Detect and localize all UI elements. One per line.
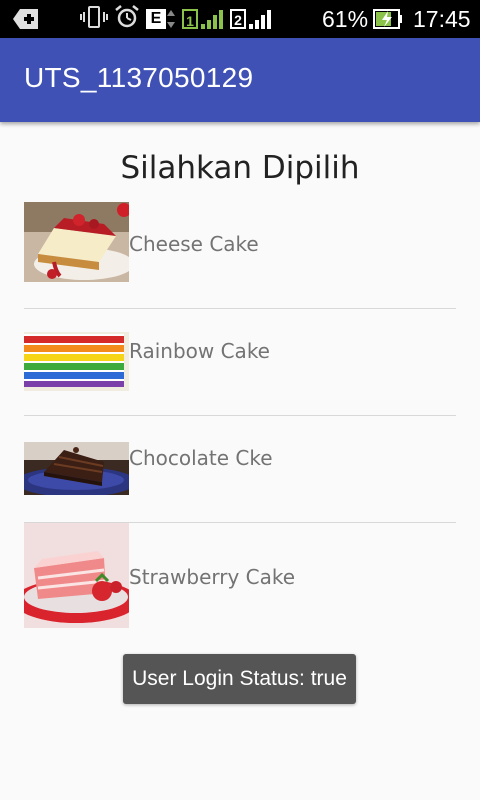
list-item-chocolate-cake[interactable]: Chocolate Cke: [24, 416, 456, 523]
list-item-strawberry-cake[interactable]: Strawberry Cake: [24, 523, 456, 629]
cheesecake-image: [24, 202, 129, 282]
usb-debug-icon: [12, 7, 40, 31]
battery-charging-icon: [373, 8, 403, 35]
strawberry-cake-image: [24, 523, 129, 628]
cake-list: Cheese Cake Rainbow Cake Chocolate Cke S…: [24, 202, 456, 629]
sim2-label: 2: [230, 9, 246, 29]
vibrate-icon: [80, 5, 108, 34]
list-item-cheese-cake[interactable]: Cheese Cake: [24, 202, 456, 309]
toast-message: User Login Status: true: [123, 654, 356, 704]
sim1-signal-icon: 1: [182, 8, 224, 30]
app-bar: UTS_1137050129: [0, 38, 480, 122]
list-item-label: Rainbow Cake: [129, 339, 270, 363]
sim1-label: 1: [182, 9, 198, 29]
screen: E 1 2 61% 17:45 UTS_1137050129 Silahkan …: [0, 0, 480, 800]
edge-network-icon: E: [146, 8, 176, 30]
sim2-signal-icon: 2: [230, 8, 272, 30]
rainbow-cake-image: [24, 332, 129, 391]
status-bar: E 1 2 61% 17:45: [0, 0, 480, 38]
network-label: E: [146, 9, 166, 29]
battery-percent: 61%: [322, 6, 369, 32]
list-item-rainbow-cake[interactable]: Rainbow Cake: [24, 309, 456, 416]
list-item-label: Strawberry Cake: [129, 565, 296, 589]
page-heading: Silahkan Dipilih: [120, 150, 360, 186]
status-icons: E 1 2: [80, 4, 272, 34]
list-item-label: Cheese Cake: [129, 232, 259, 256]
alarm-icon: [114, 4, 140, 34]
chocolate-cake-image: [24, 442, 129, 495]
clock: 17:45: [413, 6, 471, 32]
app-title: UTS_1137050129: [24, 62, 254, 93]
list-item-label: Chocolate Cke: [129, 446, 273, 470]
